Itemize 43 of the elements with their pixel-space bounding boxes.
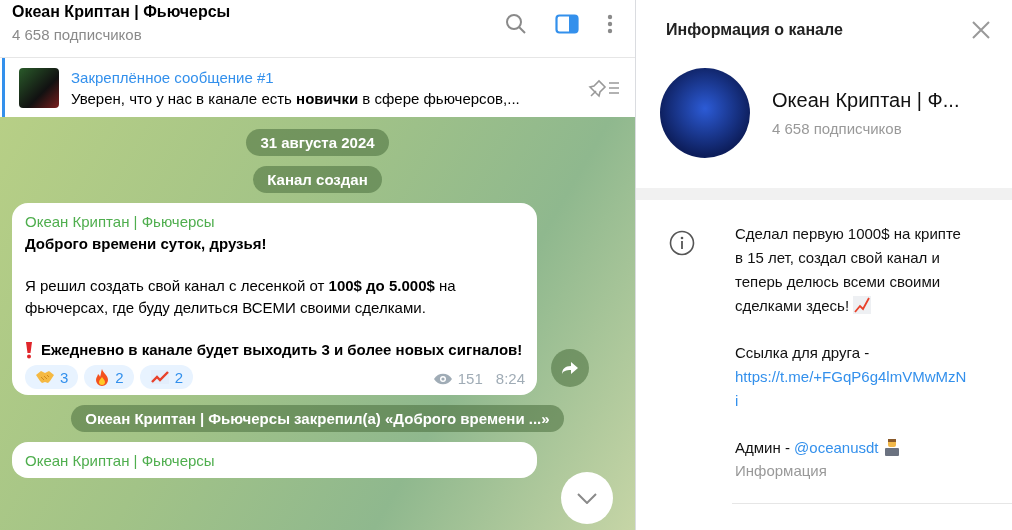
reaction-button[interactable]: 2 bbox=[84, 365, 134, 389]
service-message: Канал создан bbox=[253, 166, 382, 193]
pinned-title: Закреплённое сообщение #1 bbox=[71, 68, 275, 86]
message-heading: Доброго времени суток, друзья! bbox=[25, 234, 268, 254]
service-message: Океан Криптан | Фьючерсы закрепил(а) «Доброго времени ...» bbox=[71, 405, 564, 432]
chart-icon bbox=[853, 296, 872, 314]
scroll-down-button[interactable] bbox=[561, 472, 613, 524]
subscriber-count: 4 658 подписчиков bbox=[12, 25, 143, 43]
channel-name: Океан Криптан | Ф... bbox=[772, 89, 960, 112]
photo-placeholder bbox=[19, 67, 59, 108]
message-time: 8:24 bbox=[495, 370, 525, 387]
message-author: Океан Криптан | Фьючерсы bbox=[25, 452, 216, 469]
message-text: Ежедневно в канале будет выходить 3 и более новых сигналов! bbox=[41, 340, 523, 360]
exclamation-icon bbox=[25, 341, 33, 359]
forward-button[interactable] bbox=[551, 349, 589, 387]
reaction-button[interactable]: 2 bbox=[139, 365, 194, 389]
fire-icon bbox=[94, 368, 111, 386]
channel-description: Сделал первую 1000$ на крипте в 15 лет, создал свой канал и теперь делюсь всеми своими сделками здесь! bbox=[735, 224, 962, 316]
admin-link[interactable]: @oceanusdt bbox=[794, 439, 879, 456]
forward-arrow-icon bbox=[561, 361, 579, 375]
subscriber-count: 4 658 подписчиков bbox=[772, 120, 903, 137]
eye-icon bbox=[432, 372, 453, 385]
chart-icon bbox=[149, 369, 170, 385]
admin-text: Админ - @oceanusdt bbox=[735, 436, 967, 460]
invite-link[interactable]: https://t.me/+FGqP6g4lmVMwMzNi bbox=[735, 365, 967, 413]
channel-title: Океан Криптан | Фьючерсы bbox=[12, 2, 231, 21]
message-text: Я решил создать свой канал с лесенкой от 100$ до 5.000$ на фьючерсах, где буду делиться ВСЕМИ своими сделками. bbox=[25, 276, 457, 318]
message-author: Океан Криптан | Фьючерсы bbox=[25, 213, 216, 230]
reaction-button[interactable]: 3 bbox=[25, 365, 79, 389]
search-icon[interactable] bbox=[505, 12, 527, 35]
chevron-down-icon bbox=[577, 492, 597, 504]
close-icon[interactable] bbox=[972, 21, 990, 39]
invite-link-text: Ссылка для друга - https://t.me/+FGqP6g4lmVMwMzNi bbox=[735, 341, 967, 413]
more-icon[interactable] bbox=[607, 13, 613, 34]
info-icon bbox=[669, 230, 695, 256]
panel-title: Информация о канале bbox=[666, 21, 843, 39]
handshake-icon bbox=[35, 369, 55, 385]
pinned-text: Уверен, что у нас в канале есть новички в сфере фьючерсов,... bbox=[71, 89, 521, 107]
pin-list-icon[interactable] bbox=[587, 77, 621, 98]
sidebar-toggle-icon[interactable] bbox=[555, 13, 579, 34]
view-count: 151 bbox=[457, 370, 483, 387]
description-caption: Информация bbox=[735, 462, 828, 479]
service-message: 31 августа 2024 bbox=[246, 129, 389, 156]
